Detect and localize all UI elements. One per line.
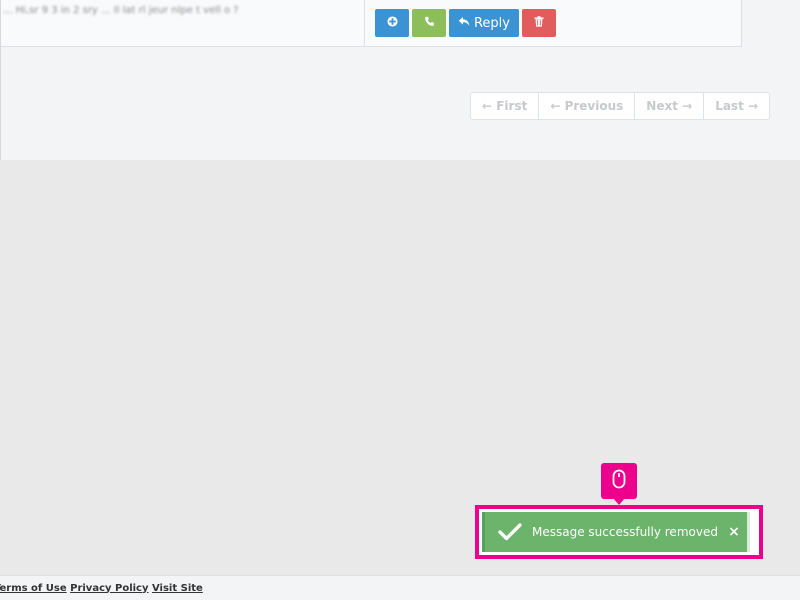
- terms-link[interactable]: Terms of Use: [0, 583, 67, 594]
- content-area: ... Hi,sr 9 3 in 2 sry ... Il lat rl jeu…: [0, 0, 800, 160]
- privacy-link[interactable]: Privacy Policy: [70, 583, 148, 594]
- footer-links: Terms of Use Privacy Policy Visit Site: [0, 583, 203, 594]
- toast-message: Message successfully removed: [532, 525, 718, 539]
- reply-label: Reply: [473, 15, 510, 31]
- message-preview-text: ... Hi,sr 9 3 in 2 sry ... Il lat rl jeu…: [3, 5, 239, 16]
- pagination-last[interactable]: Last →: [703, 93, 769, 119]
- row-actions: Reply: [375, 9, 556, 37]
- table-row: ... Hi,sr 9 3 in 2 sry ... Il lat rl jeu…: [1, 0, 742, 47]
- add-button[interactable]: [375, 9, 409, 37]
- reply-button[interactable]: Reply: [449, 9, 519, 37]
- cursor-marker: [601, 463, 637, 505]
- footer: Terms of Use Privacy Policy Visit Site: [0, 575, 800, 600]
- call-button[interactable]: [412, 9, 446, 37]
- checkmark-icon: [498, 522, 522, 542]
- plus-circle-icon: [386, 15, 398, 31]
- toast-highlight: Message successfully removed ×: [475, 505, 763, 559]
- close-icon[interactable]: ×: [727, 525, 741, 539]
- pagination-first[interactable]: ← First: [471, 93, 538, 119]
- reply-icon: [458, 16, 470, 31]
- mouse-icon: [612, 469, 626, 493]
- pagination-next[interactable]: Next →: [634, 93, 703, 119]
- visit-site-link[interactable]: Visit Site: [152, 583, 203, 594]
- pagination-previous[interactable]: ← Previous: [538, 93, 634, 119]
- pagination: ← First ← Previous Next → Last →: [470, 92, 771, 120]
- trash-icon: [534, 15, 544, 31]
- delete-button[interactable]: [522, 9, 556, 37]
- toast-notification: Message successfully removed ×: [482, 512, 750, 552]
- message-preview-cell[interactable]: ... Hi,sr 9 3 in 2 sry ... Il lat rl jeu…: [1, 0, 365, 47]
- phone-icon: [424, 16, 435, 31]
